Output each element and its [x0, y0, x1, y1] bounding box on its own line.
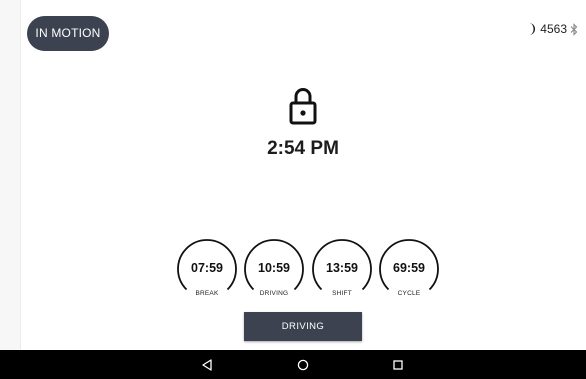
android-navigation-bar — [0, 350, 586, 379]
app-screen: IN MOTION 4563 2:54 PM 07:59 BREAK 10:59… — [0, 0, 586, 379]
cycle-clock-label: CYCLE — [397, 290, 421, 297]
shift-clock: 13:59 SHIFT — [311, 236, 373, 300]
duty-status-button[interactable]: DRIVING — [244, 312, 362, 341]
back-icon[interactable] — [192, 350, 222, 379]
current-time: 2:54 PM — [267, 138, 339, 159]
cycle-clock-value: 69:59 — [393, 261, 425, 275]
cycle-clock: 69:59 CYCLE — [378, 236, 440, 300]
break-clock-label: BREAK — [195, 290, 219, 297]
in-motion-badge: IN MOTION — [27, 16, 109, 51]
shift-clock-label: SHIFT — [332, 290, 352, 297]
recents-icon[interactable] — [383, 350, 413, 379]
unit-number: 4563 — [540, 22, 567, 36]
driving-clock-label: DRIVING — [259, 290, 289, 297]
home-icon[interactable] — [288, 350, 318, 379]
break-clock-value: 07:59 — [191, 261, 223, 275]
driving-clock: 10:59 DRIVING — [243, 236, 305, 300]
break-clock: 07:59 BREAK — [176, 236, 238, 300]
bluetooth-icon — [570, 22, 578, 36]
shift-clock-value: 13:59 — [326, 261, 358, 275]
left-edge-panel — [0, 0, 21, 350]
status-indicators: 4563 — [525, 19, 578, 39]
driving-clock-value: 10:59 — [258, 261, 290, 275]
lock-icon — [287, 86, 319, 126]
moon-icon — [525, 22, 537, 36]
